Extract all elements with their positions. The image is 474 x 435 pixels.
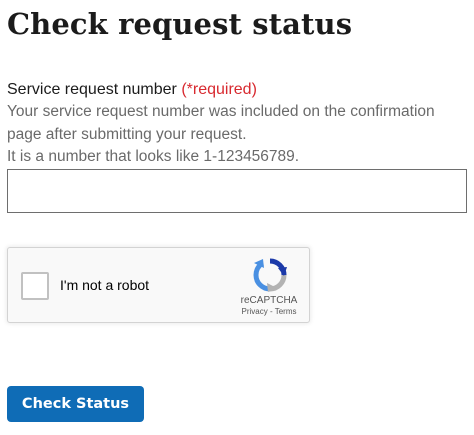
field-label-text: Service request number xyxy=(7,81,177,98)
recaptcha-widget: I'm not a robot reCAPTCHA Privacy - Term… xyxy=(7,247,310,323)
service-request-number-input[interactable] xyxy=(7,169,467,213)
page-title: Check request status xyxy=(7,7,353,41)
recaptcha-brand-label: reCAPTCHA xyxy=(240,295,298,306)
required-indicator: (*required) xyxy=(181,81,257,98)
recaptcha-checkbox-label: I'm not a robot xyxy=(60,277,150,293)
recaptcha-logo-icon xyxy=(253,258,287,292)
hint-line: page after submitting your request. xyxy=(7,125,247,143)
recaptcha-terms-link[interactable]: Terms xyxy=(275,307,297,316)
field-hint: Your service request number was included… xyxy=(7,101,469,169)
service-request-number-label: Service request number (*required) xyxy=(7,79,257,101)
hint-line: Your service request number was included… xyxy=(7,103,435,120)
check-status-button[interactable]: Check Status xyxy=(7,386,144,422)
hint-line: It is a number that looks like 1-1234567… xyxy=(7,148,300,165)
recaptcha-links-separator: - xyxy=(267,307,275,316)
recaptcha-links: Privacy - Terms xyxy=(224,307,314,317)
recaptcha-checkbox[interactable] xyxy=(21,272,49,300)
recaptcha-privacy-link[interactable]: Privacy xyxy=(242,307,268,316)
